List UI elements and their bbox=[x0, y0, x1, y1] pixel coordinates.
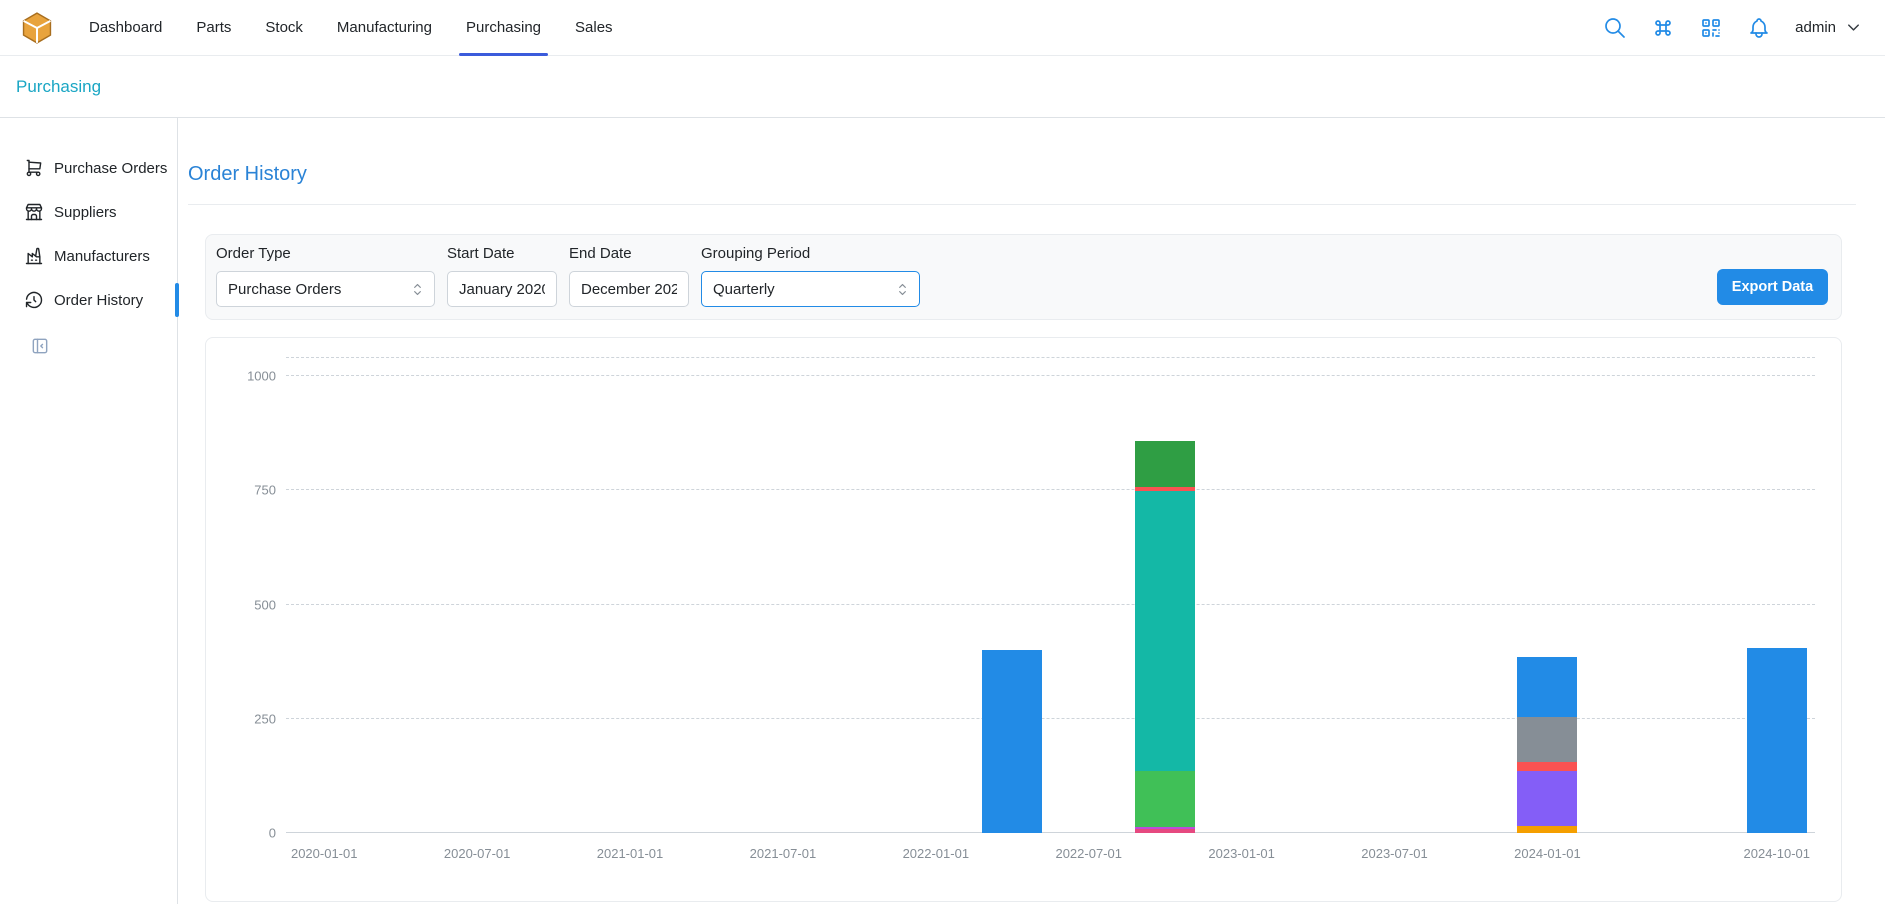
x-tick-label: 2023-01-01 bbox=[1208, 846, 1275, 861]
x-tick-label: 2021-07-01 bbox=[750, 846, 817, 861]
tab-purchasing[interactable]: Purchasing bbox=[449, 0, 558, 55]
filter-card: Order Type Purchase Orders Start Date En… bbox=[205, 234, 1842, 320]
sidebar-item-suppliers[interactable]: Suppliers bbox=[0, 190, 177, 234]
gridline bbox=[286, 604, 1815, 605]
main-nav-tabs: Dashboard Parts Stock Manufacturing Purc… bbox=[72, 0, 630, 55]
sidebar-item-label: Manufacturers bbox=[54, 248, 150, 265]
bar-2024-01-01[interactable] bbox=[1517, 657, 1577, 833]
tab-stock[interactable]: Stock bbox=[248, 0, 320, 55]
x-tick-label: 2022-07-01 bbox=[1055, 846, 1122, 861]
user-menu[interactable]: admin bbox=[1795, 18, 1863, 37]
gridline bbox=[286, 375, 1815, 376]
username-label: admin bbox=[1795, 19, 1836, 36]
grouping-period-label: Grouping Period bbox=[701, 244, 920, 263]
sidebar-item-manufacturers[interactable]: Manufacturers bbox=[0, 234, 177, 278]
tab-manufacturing[interactable]: Manufacturing bbox=[320, 0, 449, 55]
y-tick-label: 0 bbox=[269, 827, 276, 840]
breadcrumb-purchasing-link[interactable]: Purchasing bbox=[16, 77, 101, 97]
history-icon bbox=[24, 290, 44, 310]
order-history-chart: 02505007501000 2020-01-012020-07-012021-… bbox=[205, 337, 1842, 902]
x-tick-label: 2024-01-01 bbox=[1514, 846, 1581, 861]
order-type-field: Order Type Purchase Orders bbox=[216, 244, 435, 319]
order-type-label: Order Type bbox=[216, 244, 435, 263]
bar-segment bbox=[1135, 441, 1195, 487]
building-store-icon bbox=[24, 202, 44, 222]
order-type-value: Purchase Orders bbox=[228, 281, 341, 298]
end-date-field: End Date bbox=[569, 244, 689, 319]
bar-2022-04-01[interactable] bbox=[982, 650, 1042, 833]
start-date-label: Start Date bbox=[447, 244, 557, 263]
sidebar-item-purchase-orders[interactable]: Purchase Orders bbox=[0, 146, 177, 190]
sidebar-collapse-icon[interactable] bbox=[30, 336, 50, 356]
bar-segment bbox=[1517, 657, 1577, 716]
gridline bbox=[286, 718, 1815, 719]
grouping-period-value: Quarterly bbox=[713, 281, 775, 298]
end-date-input[interactable] bbox=[569, 271, 689, 307]
breadcrumb: Purchasing bbox=[0, 56, 1885, 118]
bar-2022-10-01[interactable] bbox=[1135, 441, 1195, 833]
navbar-actions: admin bbox=[1603, 16, 1863, 40]
grouping-period-select[interactable]: Quarterly bbox=[701, 271, 920, 307]
selector-icon bbox=[894, 281, 911, 298]
bar-segment bbox=[1135, 829, 1195, 833]
sidebar: Purchase Orders Suppliers Manufacturers … bbox=[0, 118, 178, 904]
content-layout: Purchase Orders Suppliers Manufacturers … bbox=[0, 118, 1885, 904]
chart-y-axis: 02505007501000 bbox=[206, 358, 276, 833]
y-tick-label: 500 bbox=[254, 598, 276, 611]
grouping-period-field: Grouping Period Quarterly bbox=[701, 244, 920, 319]
main-panel: Order History Order Type Purchase Orders… bbox=[178, 118, 1885, 904]
app-logo-icon[interactable] bbox=[20, 11, 54, 45]
qrcode-icon[interactable] bbox=[1699, 16, 1723, 40]
gridline bbox=[286, 832, 1815, 833]
tab-dashboard[interactable]: Dashboard bbox=[72, 0, 179, 55]
x-tick-label: 2020-01-01 bbox=[291, 846, 358, 861]
bar-segment bbox=[1747, 648, 1807, 833]
sidebar-item-label: Suppliers bbox=[54, 204, 117, 221]
y-tick-label: 250 bbox=[254, 712, 276, 725]
start-date-field: Start Date bbox=[447, 244, 557, 319]
y-tick-label: 1000 bbox=[247, 370, 276, 383]
bar-segment bbox=[1517, 762, 1577, 771]
order-type-select[interactable]: Purchase Orders bbox=[216, 271, 435, 307]
y-tick-label: 750 bbox=[254, 484, 276, 497]
bell-icon[interactable] bbox=[1747, 16, 1771, 40]
bar-segment bbox=[1135, 491, 1195, 771]
top-navbar: Dashboard Parts Stock Manufacturing Purc… bbox=[0, 0, 1885, 56]
bar-2024-10-01[interactable] bbox=[1747, 648, 1807, 833]
x-tick-label: 2024-10-01 bbox=[1744, 846, 1811, 861]
bar-segment bbox=[982, 650, 1042, 833]
x-tick-label: 2021-01-01 bbox=[597, 846, 664, 861]
export-data-button[interactable]: Export Data bbox=[1717, 269, 1828, 305]
start-date-input[interactable] bbox=[447, 271, 557, 307]
chevron-down-icon bbox=[1844, 18, 1863, 37]
bar-segment bbox=[1517, 826, 1577, 833]
search-icon[interactable] bbox=[1603, 16, 1627, 40]
title-divider bbox=[188, 204, 1856, 205]
building-factory-icon bbox=[24, 246, 44, 266]
x-tick-label: 2020-07-01 bbox=[444, 846, 511, 861]
x-tick-label: 2023-07-01 bbox=[1361, 846, 1428, 861]
bar-segment bbox=[1517, 771, 1577, 826]
sidebar-item-order-history[interactable]: Order History bbox=[0, 278, 177, 322]
x-tick-label: 2022-01-01 bbox=[903, 846, 970, 861]
end-date-label: End Date bbox=[569, 244, 689, 263]
gridline bbox=[286, 489, 1815, 490]
sidebar-item-label: Order History bbox=[54, 292, 143, 309]
gridline-top bbox=[286, 357, 1815, 358]
bar-segment bbox=[1517, 717, 1577, 763]
shopping-cart-icon bbox=[24, 158, 44, 178]
panel-title: Order History bbox=[188, 161, 1856, 187]
command-icon[interactable] bbox=[1651, 16, 1675, 40]
chart-plot: 2020-01-012020-07-012021-01-012021-07-01… bbox=[286, 358, 1815, 833]
selector-icon bbox=[409, 281, 426, 298]
bar-segment bbox=[1135, 771, 1195, 827]
tab-parts[interactable]: Parts bbox=[179, 0, 248, 55]
sidebar-item-label: Purchase Orders bbox=[54, 160, 167, 177]
tab-sales[interactable]: Sales bbox=[558, 0, 630, 55]
